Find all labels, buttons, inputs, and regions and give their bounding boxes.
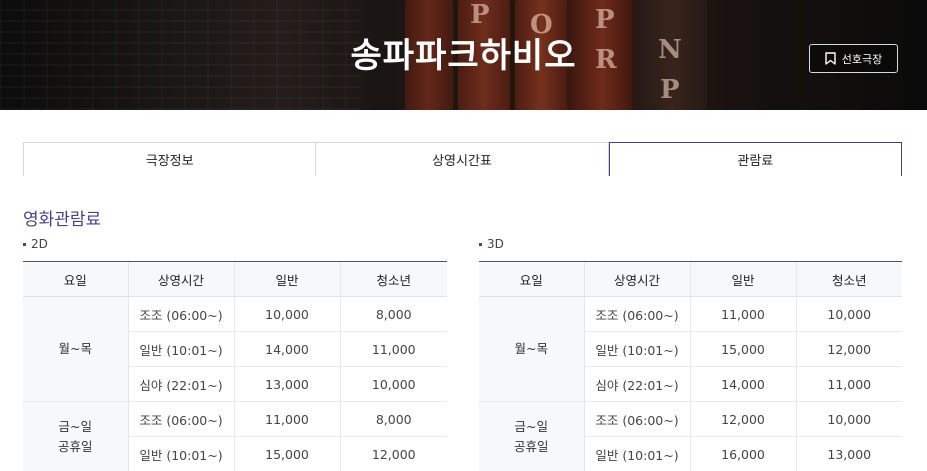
showtime-cell: 조조 (06:00~) xyxy=(127,401,234,437)
general-price-cell: 11,000 xyxy=(689,296,796,332)
table-header-row: 요일 상영시간 일반 청소년 xyxy=(23,261,447,297)
favorite-theater-button[interactable]: 선호극장 xyxy=(809,44,898,73)
day-label: 월~목 xyxy=(514,341,548,356)
table-row: 금~일 공휴일 조조 (06:00~) 12,000 10,000 xyxy=(479,401,902,471)
general-price-cell: 11,000 xyxy=(233,401,340,437)
header-general: 일반 xyxy=(233,261,340,297)
general-price-cell: 14,000 xyxy=(233,331,340,367)
general-price-cell: 15,000 xyxy=(233,436,340,471)
header-day: 요일 xyxy=(479,261,584,297)
bullet-icon xyxy=(23,242,26,246)
favorite-theater-label: 선호극장 xyxy=(841,52,883,66)
day-cell: 월~목 xyxy=(23,296,129,402)
showtime-cell: 일반 (10:01~) xyxy=(584,436,690,471)
showtime-cell: 조조 (06:00~) xyxy=(583,296,690,332)
theater-tabs: 극장정보 상영시간표 관람료 xyxy=(23,142,902,176)
showtime-cell: 일반 (10:01~) xyxy=(128,331,234,367)
header-general: 일반 xyxy=(689,261,796,297)
table-row: 월~목 조조 (06:00~) 10,000 8,000 xyxy=(23,296,447,402)
table-label-2d: 2D xyxy=(23,237,48,251)
table-label-text: 2D xyxy=(31,237,48,251)
header-day: 요일 xyxy=(23,261,128,297)
youth-price-cell: 10,000 xyxy=(339,366,447,402)
day-cell: 금~일 공휴일 xyxy=(479,401,585,471)
tab-theater-info[interactable]: 극장정보 xyxy=(23,142,317,176)
day-label: 공휴일 xyxy=(57,438,93,454)
theater-title: 송파파크하비오 xyxy=(350,36,577,76)
theater-hero-banner: P O P N R P 송파파크하비오 선호극장 xyxy=(0,0,927,110)
day-label: 금~일 xyxy=(514,418,548,434)
showtime-cell: 조조 (06:00~) xyxy=(583,401,690,437)
general-price-cell: 15,000 xyxy=(689,331,796,367)
day-label: 월~목 xyxy=(58,341,92,356)
tab-ticket-prices[interactable]: 관람료 xyxy=(608,142,902,176)
price-table-3d: 요일 상영시간 일반 청소년 월~목 조조 (06:00~) 11,000 10… xyxy=(479,261,902,471)
showtime-cell: 조조 (06:00~) xyxy=(127,296,234,332)
youth-price-cell: 12,000 xyxy=(339,436,447,471)
table-row: 월~목 조조 (06:00~) 11,000 10,000 xyxy=(479,296,902,402)
youth-price-cell: 10,000 xyxy=(795,401,902,437)
youth-price-cell: 11,000 xyxy=(795,366,902,402)
youth-price-cell: 11,000 xyxy=(339,331,447,367)
showtime-cell: 일반 (10:01~) xyxy=(584,331,690,367)
header-showtime: 상영시간 xyxy=(127,261,234,297)
table-label-3d: 3D xyxy=(479,237,504,251)
header-showtime: 상영시간 xyxy=(583,261,690,297)
hero-letter: P xyxy=(470,0,490,30)
header-youth: 청소년 xyxy=(795,261,902,297)
showtime-cell: 심야 (22:01~) xyxy=(128,366,234,402)
bookmark-icon xyxy=(825,52,836,65)
day-cell: 금~일 공휴일 xyxy=(23,401,129,471)
general-price-cell: 13,000 xyxy=(233,366,340,402)
table-header-row: 요일 상영시간 일반 청소년 xyxy=(479,261,902,297)
youth-price-cell: 8,000 xyxy=(339,401,447,437)
general-price-cell: 16,000 xyxy=(689,436,796,471)
bullet-icon xyxy=(479,242,482,246)
table-row: 금~일 공휴일 조조 (06:00~) 11,000 8,000 xyxy=(23,401,447,471)
showtime-cell: 일반 (10:01~) xyxy=(128,436,234,471)
table-label-text: 3D xyxy=(487,237,504,251)
youth-price-cell: 8,000 xyxy=(339,296,447,332)
day-cell: 월~목 xyxy=(479,296,585,402)
general-price-cell: 12,000 xyxy=(689,401,796,437)
youth-price-cell: 12,000 xyxy=(795,331,902,367)
showtime-cell: 심야 (22:01~) xyxy=(584,366,690,402)
tab-showtimes[interactable]: 상영시간표 xyxy=(316,142,609,176)
general-price-cell: 10,000 xyxy=(233,296,340,332)
header-youth: 청소년 xyxy=(339,261,447,297)
youth-price-cell: 13,000 xyxy=(795,436,902,471)
day-label: 금~일 xyxy=(58,418,92,434)
youth-price-cell: 10,000 xyxy=(795,296,902,332)
price-table-2d: 요일 상영시간 일반 청소년 월~목 조조 (06:00~) 10,000 8,… xyxy=(23,261,447,471)
hero-letter: P xyxy=(660,75,680,105)
section-title: 영화관람료 xyxy=(23,210,102,230)
general-price-cell: 14,000 xyxy=(689,366,796,402)
day-label: 공휴일 xyxy=(513,438,549,454)
